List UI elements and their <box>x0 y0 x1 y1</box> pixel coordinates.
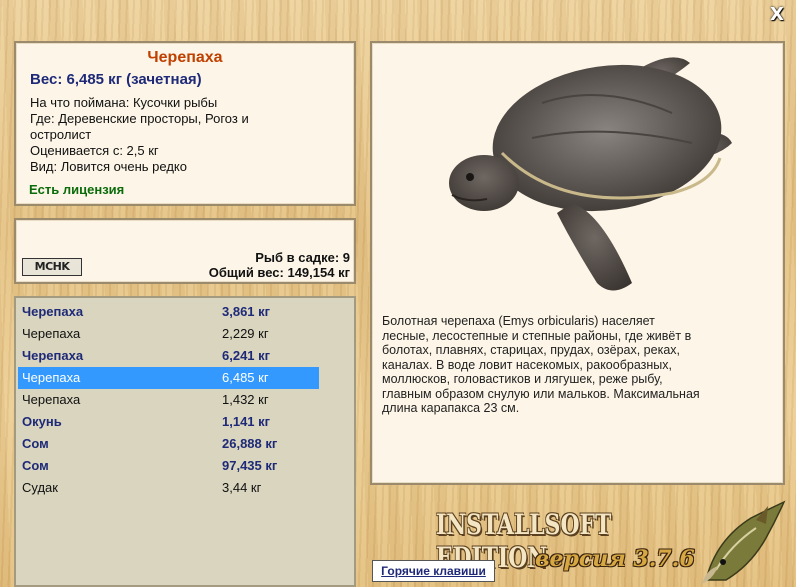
list-item[interactable]: Черепаха 6,485 кг <box>18 367 319 389</box>
close-icon[interactable]: X <box>766 5 788 25</box>
list-item[interactable]: Сом 26,888 кг <box>18 433 319 455</box>
fish-name: Черепаха <box>22 326 81 341</box>
fish-name: Окунь <box>22 414 62 429</box>
fish-weight-cell: 26,888 кг <box>222 436 278 451</box>
fish-weight-cell: 3,861 кг <box>222 304 271 319</box>
version-label: версия 3.7.6 <box>535 546 695 572</box>
fish-name: Черепаха <box>22 392 81 407</box>
location-text-line2: остролист <box>30 127 92 142</box>
fish-image-panel: Болотная черепаха (Emys orbicularis) нас… <box>370 41 785 485</box>
fish-weight: Вес: 6,485 кг (зачетная) <box>30 71 202 88</box>
list-item[interactable]: Судак 3,44 кг <box>18 477 319 499</box>
list-item[interactable]: Черепаха 3,861 кг <box>18 301 319 323</box>
list-item[interactable]: Черепаха 2,229 кг <box>18 323 319 345</box>
catch-list[interactable]: Черепаха 3,861 кг Черепаха 2,229 кг Черепаха… <box>14 296 356 587</box>
hotkeys-button[interactable]: Горячие клавиши <box>372 560 495 582</box>
fish-count: Рыб в садке: 9 <box>255 250 350 265</box>
bait-text: На что поймана: Кусочки рыбы <box>30 95 218 110</box>
fish-name: Черепаха <box>22 370 81 385</box>
list-item[interactable]: Сом 97,435 кг <box>18 455 319 477</box>
fish-name: Черепаха <box>22 304 84 319</box>
list-item[interactable]: Черепаха 1,432 кг <box>18 389 319 411</box>
license-status: Есть лицензия <box>29 182 125 197</box>
fish-name: Сом <box>22 436 49 451</box>
price-text: Оценивается с: 2,5 кг <box>30 143 159 158</box>
fish-name: Судак <box>22 480 58 495</box>
fish-info-panel: Черепаха Вес: 6,485 кг (зачетная) На что… <box>14 41 356 206</box>
list-item[interactable]: Окунь 1,141 кг <box>18 411 319 433</box>
fish-weight-cell: 2,229 кг <box>222 326 269 341</box>
location-text-line1: Где: Деревенские просторы, Рогоз и <box>30 111 249 126</box>
list-item[interactable]: Черепаха 6,241 кг <box>18 345 319 367</box>
fish-weight-cell: 1,141 кг <box>222 414 271 429</box>
pike-fish-icon <box>702 500 786 584</box>
keepnet-panel: MCHK Рыб в садке: 9 Общий вес: 149,154 к… <box>14 218 356 284</box>
fish-weight-cell: 3,44 кг <box>222 480 262 495</box>
fish-weight-cell: 6,485 кг <box>222 370 269 385</box>
fish-description: Болотная черепаха (Emys orbicularis) нас… <box>382 314 700 415</box>
fish-title: Черепаха <box>147 49 223 66</box>
total-weight: Общий вес: 149,154 кг <box>208 265 350 280</box>
rarity-text: Вид: Ловится очень редко <box>30 159 187 174</box>
fish-weight-cell: 97,435 кг <box>222 458 278 473</box>
turtle-image <box>449 57 732 291</box>
game-logo-icon: MCHK <box>22 258 82 276</box>
fish-weight-cell: 6,241 кг <box>222 348 271 363</box>
fish-name: Сом <box>22 458 49 473</box>
fish-weight-cell: 1,432 кг <box>222 392 269 407</box>
fish-name: Черепаха <box>22 348 84 363</box>
